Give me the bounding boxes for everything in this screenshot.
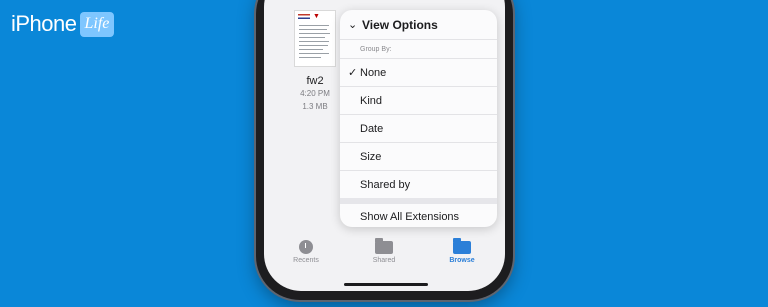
brand-suffix: Life xyxy=(79,11,115,37)
file-thumbnail: ▼ xyxy=(294,10,336,67)
text-line xyxy=(299,53,329,54)
menu-item-date[interactable]: Date xyxy=(340,115,497,143)
text-line xyxy=(299,49,323,50)
menu-item-none[interactable]: ✓ None xyxy=(340,59,497,87)
document-logo-icon xyxy=(298,14,310,19)
text-line xyxy=(299,57,321,58)
text-line xyxy=(299,37,325,38)
text-line xyxy=(299,29,327,30)
menu-item-shared-by[interactable]: Shared by xyxy=(340,171,497,198)
tab-recents[interactable]: Recents xyxy=(276,240,336,264)
clock-icon xyxy=(299,240,313,254)
checkmark-icon: ✓ xyxy=(348,67,358,79)
menu-item-label: None xyxy=(360,66,387,79)
folder-icon xyxy=(453,238,471,254)
phone-screen: ▼ fw2 4:20 PM 1.3 MB ⌄ View Options Grou… xyxy=(264,0,505,291)
menu-item-label: Size xyxy=(360,150,382,163)
view-options-menu: ⌄ View Options Group By: ✓ None Kind Dat… xyxy=(340,10,497,227)
menu-item-label: Show All Extensions xyxy=(360,210,460,223)
file-size: 1.3 MB xyxy=(302,102,328,111)
home-indicator xyxy=(344,283,428,286)
tab-browse[interactable]: Browse xyxy=(432,238,492,264)
view-options-header[interactable]: ⌄ View Options xyxy=(340,10,497,40)
text-line xyxy=(299,25,329,26)
brand-name: iPhone xyxy=(11,11,77,36)
shared-folder-icon xyxy=(375,238,393,254)
menu-item-label: Kind xyxy=(360,94,383,107)
group-by-label: Group By: xyxy=(340,40,497,59)
menu-item-kind[interactable]: Kind xyxy=(340,87,497,115)
tab-label: Shared xyxy=(372,257,396,264)
menu-item-label: Shared by xyxy=(360,178,411,191)
text-line xyxy=(299,45,328,46)
chevron-down-icon: ⌄ xyxy=(348,19,358,31)
show-all-extensions-item[interactable]: Show All Extensions xyxy=(340,204,497,227)
file-name: fw2 xyxy=(306,75,324,87)
text-line xyxy=(299,41,329,42)
document-mark-icon: ▼ xyxy=(313,13,320,20)
file-time: 4:20 PM xyxy=(300,89,330,98)
text-line xyxy=(299,33,330,34)
menu-item-size[interactable]: Size xyxy=(340,143,497,171)
tab-shared[interactable]: Shared xyxy=(354,238,414,264)
brand-logo: iPhone Life xyxy=(11,10,115,38)
tab-bar: Recents Shared Browse xyxy=(264,238,505,280)
menu-item-label: Date xyxy=(360,122,384,135)
tab-label: Recents xyxy=(293,257,319,264)
menu-title: View Options xyxy=(362,17,438,32)
tab-label: Browse xyxy=(449,257,475,264)
file-item[interactable]: ▼ fw2 4:20 PM 1.3 MB xyxy=(294,10,336,113)
